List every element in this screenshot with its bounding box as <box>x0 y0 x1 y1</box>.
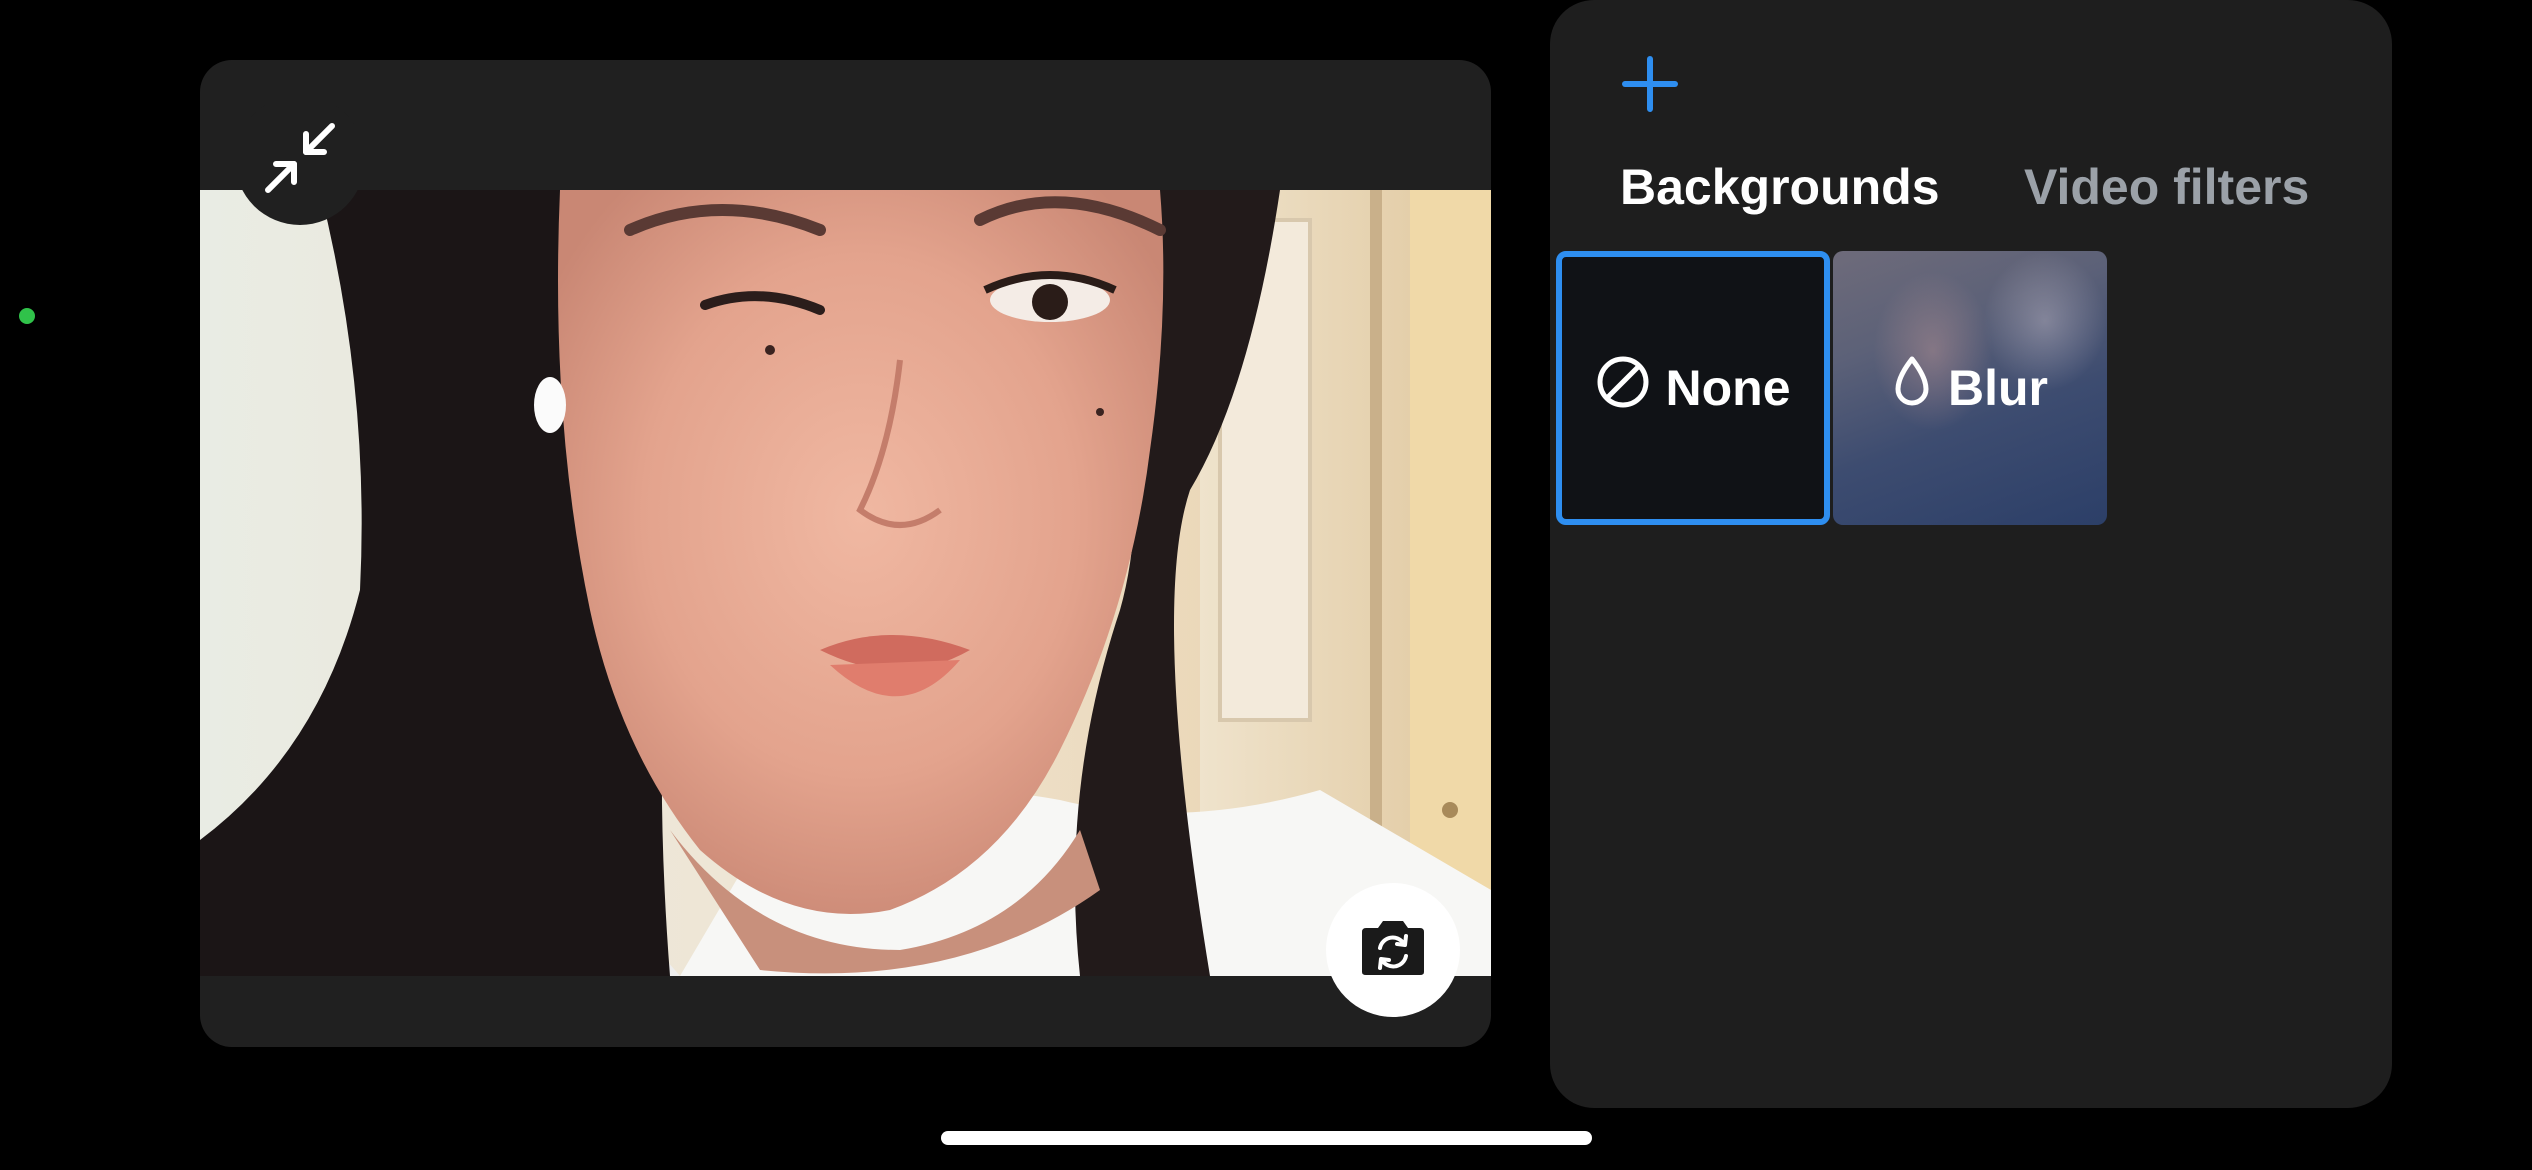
blur-drop-icon <box>1892 355 1932 421</box>
no-effect-icon <box>1596 355 1650 421</box>
background-option-none[interactable]: None <box>1556 251 1830 525</box>
self-view-video <box>200 190 1491 976</box>
camera-flip-icon <box>1356 918 1430 983</box>
background-option-none-content: None <box>1596 355 1791 421</box>
tab-backgrounds[interactable]: Backgrounds <box>1620 152 1940 222</box>
add-background-button[interactable] <box>1614 50 1686 122</box>
background-option-blur[interactable]: Blur <box>1833 251 2107 525</box>
home-indicator[interactable] <box>941 1131 1592 1145</box>
video-preview-card <box>200 60 1491 1047</box>
camera-in-use-indicator <box>19 308 35 324</box>
tab-video-filters[interactable]: Video filters <box>2024 152 2309 222</box>
flip-camera-button[interactable] <box>1326 883 1460 1017</box>
background-option-blur-label: Blur <box>1948 360 2048 416</box>
background-option-none-label: None <box>1665 360 1791 416</box>
collapse-preview-button[interactable] <box>235 95 365 225</box>
screen: Backgrounds Video filters None Blur <box>0 0 2532 1170</box>
plus-icon <box>1622 55 1678 117</box>
background-option-blur-content: Blur <box>1892 355 2048 421</box>
effects-panel: Backgrounds Video filters None Blur <box>1550 0 2392 1108</box>
collapse-arrows-icon <box>262 120 338 201</box>
